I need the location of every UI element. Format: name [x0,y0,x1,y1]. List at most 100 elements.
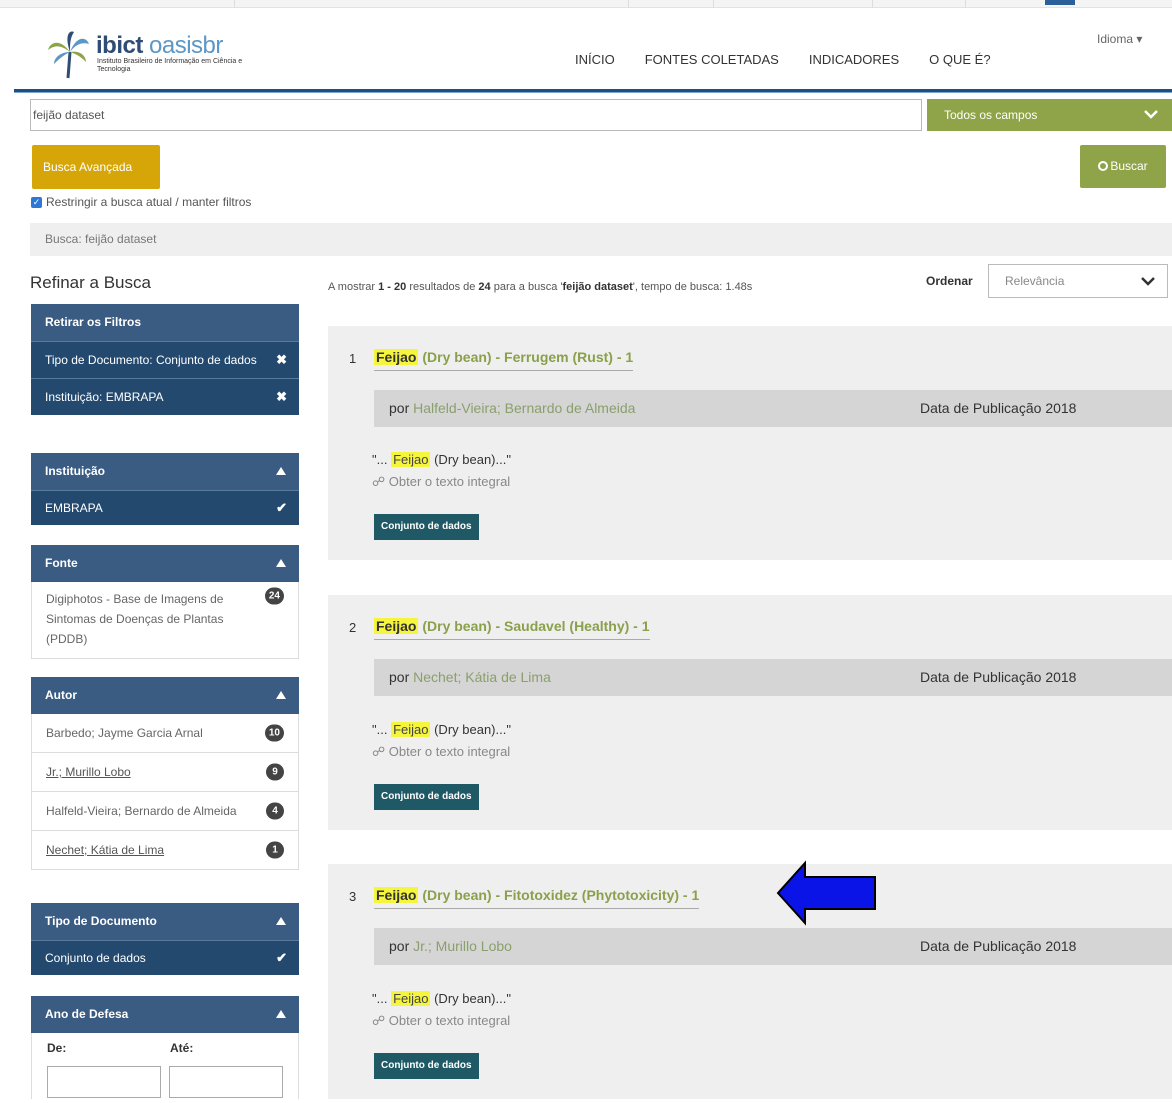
result-number: 1 [349,351,357,366]
result-card: 1 Feijao (Dry bean) - Ferrugem (Rust) - … [328,326,1172,560]
date-label: Data de Publicação [920,938,1042,954]
title-highlight: Feijao [374,887,419,903]
year-header-label: Ano de Defesa [45,1007,129,1021]
doctype-header-label: Tipo de Documento [45,914,157,928]
facet-item-doctype[interactable]: Conjunto de dados ✔ [31,940,299,975]
checkmark-icon: ✔ [276,500,287,515]
facet-item-source[interactable]: Digiphotos - Base de Imagens de Sintomas… [31,582,299,659]
collapse-icon [276,1010,286,1018]
snippet-highlight: Feijao [391,722,431,737]
search-field-select[interactable]: Todos os campos [927,99,1172,131]
refine-title: Refinar a Busca [30,273,151,292]
facet-item-author[interactable]: Jr.; Murillo Lobo 9 [31,753,299,792]
author-link[interactable]: Halfeld-Vieira; Bernardo de Almeida [413,400,635,416]
facet-item-author[interactable]: Nechet; Kátia de Lima 1 [31,831,299,870]
facet-item-embrapa[interactable]: EMBRAPA ✔ [31,490,299,525]
result-byline: por Halfeld-Vieira; Bernardo de Almeida … [374,390,1172,427]
restrict-checkbox[interactable]: ✓ [31,196,42,208]
result-summary: A mostrar 1 - 20 resultados de 24 para a… [328,281,752,293]
close-icon[interactable]: ✖ [276,350,287,370]
external-link-icon: ☍ [372,744,386,759]
chevron-down-icon [1141,277,1155,286]
active-filter-label: Instituição: EMBRAPA [45,390,164,404]
doctype-tag[interactable]: Conjunto de dados [374,514,479,540]
search-button-label: Buscar [1110,159,1148,173]
logo-subtitle: Instituto Brasileiro de Informação em Ci… [97,58,243,73]
year-range-body: De: Até: [31,1033,299,1099]
result-snippet: "... Feijao (Dry bean)..." [372,991,511,1006]
logo-main: ibict [96,32,143,59]
year-panel: Ano de Defesa De: Até: [31,996,299,1099]
year-from-input[interactable] [47,1066,161,1098]
result-card: 2 Feijao (Dry bean) - Saudavel (Healthy)… [328,595,1172,830]
close-icon[interactable]: ✖ [276,387,287,407]
summary-prefix: A mostrar [328,281,379,293]
facet-item-author[interactable]: Halfeld-Vieira; Bernardo de Almeida 4 [31,792,299,831]
advanced-search-button[interactable]: Busca Avançada [32,145,160,189]
snippet-pre: "... [372,722,392,737]
fulltext-link[interactable]: ☍ Obter o texto integral [372,474,510,490]
source-panel: Fonte Digiphotos - Base de Imagens de Si… [31,545,299,659]
active-filter-label: Tipo de Documento: Conjunto de dados [45,353,257,367]
author-link[interactable]: Nechet; Kátia de Lima [413,669,551,685]
year-to-input[interactable] [169,1066,283,1098]
nav-inicio[interactable]: INÍCIO [575,52,615,67]
remove-filters-header[interactable]: Retirar os Filtros [31,304,299,341]
doctype-tag[interactable]: Conjunto de dados [374,1053,479,1079]
search-button[interactable]: Buscar [1080,145,1166,188]
result-total: 24 [478,281,491,293]
result-range: 1 - 20 [378,281,407,293]
sort-select[interactable]: Relevância [988,264,1168,298]
date-year: 2018 [1045,938,1077,954]
external-link-icon: ☍ [372,474,386,489]
doctype-panel: Tipo de Documento Conjunto de dados ✔ [31,903,299,975]
author-header-label: Autor [45,688,77,702]
author-header[interactable]: Autor [31,677,299,714]
snippet-highlight: Feijao [391,991,431,1006]
nav-indicadores[interactable]: INDICADORES [809,52,899,67]
year-header[interactable]: Ano de Defesa [31,996,299,1033]
facet-item-author[interactable]: Barbedo; Jayme Garcia Arnal 10 [31,714,299,753]
snippet-post: (Dry bean)..." [430,722,511,737]
by-label: por [389,400,410,416]
title-rest: (Dry bean) - Saudavel (Healthy) - 1 [422,618,650,634]
active-filter-item[interactable]: Instituição: EMBRAPA ✖ [31,378,299,415]
fulltext-link[interactable]: ☍ Obter o texto integral [372,1013,510,1029]
by-label: por [389,669,410,685]
doctype-tag[interactable]: Conjunto de dados [374,784,479,810]
result-title-link[interactable]: Feijao (Dry bean) - Ferrugem (Rust) - 1 [374,349,634,371]
year-from-label: De: [47,1041,67,1055]
fulltext-label: Obter o texto integral [388,1013,511,1028]
publication-date: Data de Publicação 2018 [920,390,1076,427]
main-nav: INÍCIO FONTES COLETADAS INDICADORES O QU… [575,52,991,67]
institution-header[interactable]: Instituição [31,453,299,490]
collapse-icon [276,559,286,567]
institution-header-label: Instituição [45,464,106,478]
nav-fontes-coletadas[interactable]: FONTES COLETADAS [645,52,779,67]
year-to-label: Até: [170,1041,194,1055]
logo-wordmark[interactable]: ibict oasisbr [96,32,223,60]
search-input[interactable]: feijão dataset [30,99,922,131]
fulltext-link[interactable]: ☍ Obter o texto integral [372,744,510,760]
restrict-search-option[interactable]: ✓ Restringir a busca atual / manter filt… [31,195,251,209]
facet-label: EMBRAPA [45,501,103,515]
facet-label: Nechet; Kátia de Lima [46,843,165,857]
chevron-down-icon [1144,110,1158,119]
source-header[interactable]: Fonte [31,545,299,582]
result-byline: por Nechet; Kátia de Lima Data de Public… [374,659,1172,696]
result-title-link[interactable]: Feijao (Dry bean) - Fitotoxidez (Phytoto… [374,887,700,909]
date-year: 2018 [1045,669,1077,685]
result-number: 3 [349,889,357,904]
facet-label: Barbedo; Jayme Garcia Arnal [46,726,203,740]
doctype-header[interactable]: Tipo de Documento [31,903,299,940]
result-title-link[interactable]: Feijao (Dry bean) - Saudavel (Healthy) -… [374,618,650,640]
facet-label: Jr.; Murillo Lobo [46,765,131,779]
nav-o-que-e[interactable]: O QUE É? [929,52,990,67]
date-label: Data de Publicação [920,400,1042,416]
top-strip [0,0,1172,8]
title-rest: (Dry bean) - Ferrugem (Rust) - 1 [422,349,634,365]
collapse-icon [276,917,286,925]
language-dropdown[interactable]: Idioma ▾ [1097,32,1142,46]
author-link[interactable]: Jr.; Murillo Lobo [413,938,512,954]
active-filter-item[interactable]: Tipo de Documento: Conjunto de dados ✖ [31,341,299,378]
